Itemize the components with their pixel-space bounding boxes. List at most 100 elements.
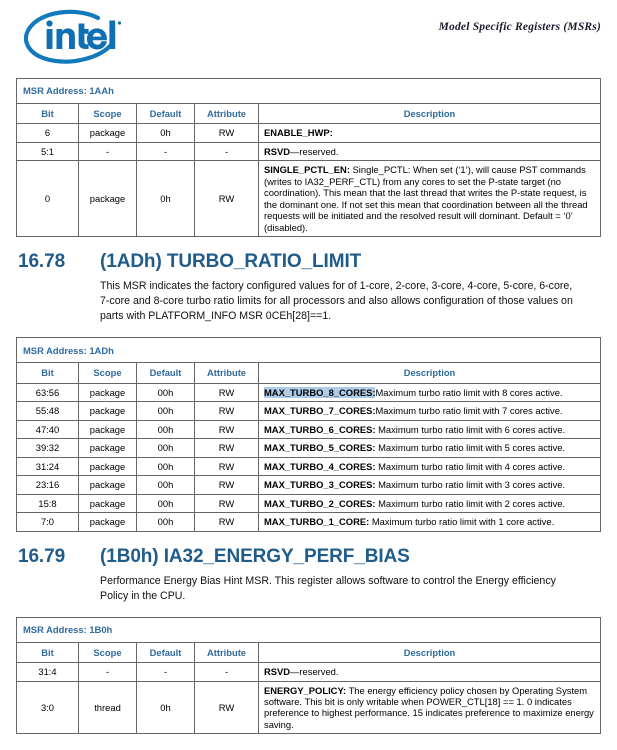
table-row: 15:8 package 00h RW MAX_TURBO_2_CORES: M… [16,493,601,514]
cell-description: MAX_TURBO_6_CORES: Maximum turbo ratio l… [258,419,601,440]
cell-scope: package [78,401,137,421]
column-header-default: Default [136,102,195,125]
desc-text: Maximum turbo ratio limit with 6 cores a… [375,423,566,435]
cell-bit: 63:56 [16,382,79,403]
column-header-scope: Scope [78,102,137,125]
cell-attribute: RW [194,475,259,495]
table-row: 3:0 thread 0h RW ENERGY_POLICY: The ener… [16,680,601,735]
cell-attribute: RW [194,456,259,477]
desc-term: MAX_TURBO_7_CORES: [264,405,376,417]
cell-attribute: RW [194,438,259,458]
msr-table-1aah: MSR Address: 1AAh Bit Scope Default Attr… [16,78,601,238]
column-header-description: Description [258,362,601,384]
desc-text: Maximum turbo ratio limit with 2 cores a… [375,497,566,509]
column-header-scope: Scope [78,362,137,384]
table-row: 6 package 0h RW ENABLE_HWP: [16,123,601,143]
table-row: 7:0 package 00h RW MAX_TURBO_1_CORE: Max… [16,512,601,532]
table-address-row: MSR Address: 1AAh [16,78,601,104]
cell-description: ENABLE_HWP: [258,123,601,143]
cell-default: 00h [136,493,195,514]
cell-bit: 0 [16,160,79,238]
cell-default: 00h [136,438,195,458]
desc-text: Maximum turbo ratio limit with 1 core ac… [369,516,555,528]
table-row: 55:48 package 00h RW MAX_TURBO_7_CORES:M… [16,401,601,421]
cell-scope: package [78,512,137,532]
column-header-description: Description [258,102,601,125]
cell-description: MAX_TURBO_4_CORES: Maximum turbo ratio l… [258,456,601,477]
intel-logo-icon [20,6,130,68]
cell-bit: 5:1 [16,141,79,162]
table-row: 31:24 package 00h RW MAX_TURBO_4_CORES: … [16,456,601,477]
column-header-attribute: Attribute [194,102,259,125]
table-address-row: MSR Address: 1B0h [16,616,601,643]
msr-table-1b0h: MSR Address: 1B0h Bit Scope Default Attr… [16,616,601,735]
cell-scope: package [78,438,137,458]
cell-scope: package [78,382,137,403]
cell-bit: 15:8 [16,493,79,514]
table-row: 31:4 - - - RSVD—reserved. [16,662,601,682]
table-row: 63:56 package 00h RW MAX_TURBO_8_CORES:M… [16,382,601,403]
cell-default: 0h [136,680,195,735]
cell-attribute: RW [194,123,259,143]
column-header-bit: Bit [16,641,79,664]
cell-attribute: RW [194,401,259,421]
cell-scope: package [78,160,137,238]
section-16-78: 16.78 (1ADh) TURBO_RATIO_LIMIT This MSR … [0,251,617,324]
desc-text: Maximum turbo ratio limit with 7 cores a… [375,405,563,417]
section-16-79: 16.79 (1B0h) IA32_ENERGY_PERF_BIAS Perfo… [0,546,617,604]
desc-text: Maximum turbo ratio limit with 8 cores a… [375,386,563,398]
cell-bit: 31:4 [16,662,79,682]
cell-description: MAX_TURBO_8_CORES:Maximum turbo ratio li… [258,382,601,403]
column-header-default: Default [136,362,195,384]
table-row: 0 package 0h RW SINGLE_PCTL_EN: Single_P… [16,160,601,238]
desc-term: SINGLE_PCTL_EN: [264,164,350,176]
column-header-default: Default [136,641,195,664]
cell-description: RSVD—reserved. [258,662,601,682]
desc-term-selected: MAX_TURBO_8_CORES: [264,386,376,398]
table-row: 47:40 package 00h RW MAX_TURBO_6_CORES: … [16,419,601,440]
column-header-bit: Bit [16,102,79,125]
msr-address-label: MSR Address: 1B0h [16,616,601,643]
table-row: 23:16 package 00h RW MAX_TURBO_3_CORES: … [16,475,601,495]
cell-attribute: - [194,662,259,682]
cell-description: MAX_TURBO_2_CORES: Maximum turbo ratio l… [258,493,601,514]
table-header-row: Bit Scope Default Attribute Description [16,362,601,384]
section-title: (1ADh) TURBO_RATIO_LIMIT [100,251,362,273]
column-header-description: Description [258,641,601,664]
cell-attribute: RW [194,160,259,238]
cell-description: ENERGY_POLICY: The energy efficiency pol… [258,680,601,735]
page-header: Model Specific Registers (MSRs) [0,0,617,78]
cell-bit: 55:48 [16,401,79,421]
desc-term: MAX_TURBO_4_CORES: [264,460,376,472]
cell-attribute: - [194,141,259,162]
cell-scope: - [78,662,137,682]
cell-bit: 31:24 [16,456,79,477]
msr-address-label: MSR Address: 1AAh [16,78,601,104]
msr-address-label: MSR Address: 1ADh [16,337,601,364]
cell-bit: 39:32 [16,438,79,458]
column-header-attribute: Attribute [194,641,259,664]
desc-term: MAX_TURBO_2_CORES: [264,497,376,509]
cell-scope: - [78,141,137,162]
section-heading: 16.79 (1B0h) IA32_ENERGY_PERF_BIAS [0,546,617,568]
desc-term: MAX_TURBO_6_CORES: [264,423,376,435]
cell-scope: package [78,419,137,440]
section-heading: 16.78 (1ADh) TURBO_RATIO_LIMIT [0,251,617,273]
cell-bit: 7:0 [16,512,79,532]
cell-default: 00h [136,401,195,421]
desc-text: Maximum turbo ratio limit with 3 cores a… [375,479,566,491]
cell-attribute: RW [194,419,259,440]
cell-attribute: RW [194,382,259,403]
cell-bit: 47:40 [16,419,79,440]
cell-description: MAX_TURBO_3_CORES: Maximum turbo ratio l… [258,475,601,495]
cell-description: MAX_TURBO_1_CORE: Maximum turbo ratio li… [258,512,601,532]
cell-default: 0h [136,123,195,143]
desc-term: RSVD [264,145,291,157]
cell-default: 00h [136,475,195,495]
document-page: Model Specific Registers (MSRs) MSR Addr… [0,0,617,750]
table-row: 39:32 package 00h RW MAX_TURBO_5_CORES: … [16,438,601,458]
section-body-text: This MSR indicates the factory configure… [100,280,573,323]
table-row: 5:1 - - - RSVD—reserved. [16,141,601,162]
cell-scope: package [78,123,137,143]
column-header-bit: Bit [16,362,79,384]
